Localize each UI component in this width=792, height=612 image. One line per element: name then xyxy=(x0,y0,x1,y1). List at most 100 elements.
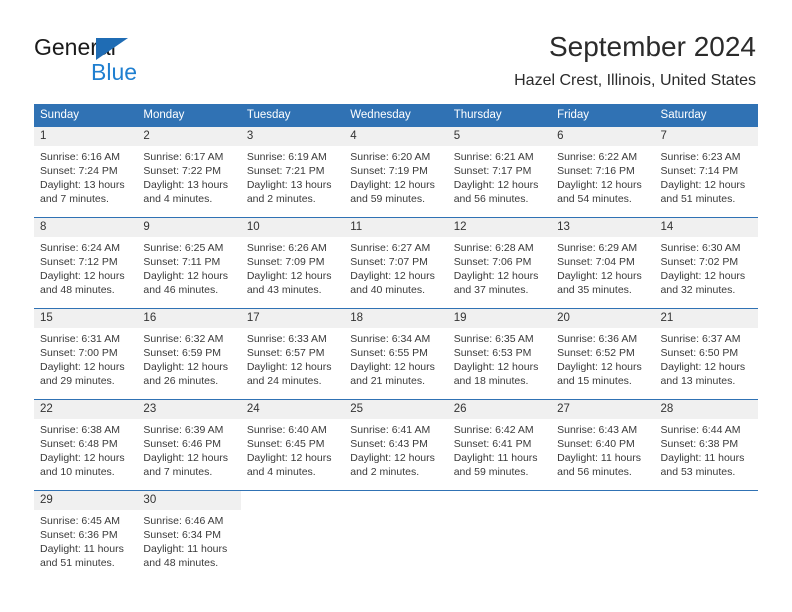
sunrise-text: Sunrise: 6:23 AM xyxy=(660,151,741,163)
day-cell[interactable]: 27 Sunrise: 6:43 AM Sunset: 6:40 PM Dayligh… xyxy=(551,400,655,490)
sunrise-text: Sunrise: 6:33 AM xyxy=(246,333,327,345)
day-number-band xyxy=(551,491,654,510)
day-number: 30 xyxy=(143,494,157,506)
day-body: Sunrise: 6:39 AM Sunset: 6:46 PM Daylight:… xyxy=(137,419,240,479)
day-cell[interactable]: 30 Sunrise: 6:46 AM Sunset: 6:34 PM Dayligh… xyxy=(137,491,241,581)
sunrise-text: Sunrise: 6:25 AM xyxy=(143,242,224,254)
sunrise-text: Sunrise: 6:32 AM xyxy=(143,333,224,345)
sunset-text: Sunset: 6:52 PM xyxy=(557,347,635,359)
sunrise-text: Sunrise: 6:39 AM xyxy=(143,424,224,436)
daylight-text-2: and 18 minutes. xyxy=(453,375,529,387)
sunset-text: Sunset: 7:02 PM xyxy=(660,256,739,268)
day-cell[interactable]: 18 Sunrise: 6:34 AM Sunset: 6:55 PM Dayligh… xyxy=(344,309,448,399)
day-cell[interactable]: 19 Sunrise: 6:35 AM Sunset: 6:53 PM Dayligh… xyxy=(447,309,552,399)
day-cell[interactable]: 3 Sunrise: 6:19 AM Sunset: 7:21 PM Daylight… xyxy=(240,127,345,217)
day-number: 6 xyxy=(557,130,564,142)
day-body: Sunrise: 6:33 AM Sunset: 6:57 PM Daylight:… xyxy=(241,328,344,388)
day-number: 29 xyxy=(40,494,53,506)
day-cell[interactable]: 10 Sunrise: 6:26 AM Sunset: 7:09 PM Dayligh… xyxy=(240,218,345,308)
day-number-band: 28 xyxy=(654,400,758,419)
day-cell-empty xyxy=(240,491,345,581)
day-number: 14 xyxy=(660,221,674,233)
day-number-band: 24 xyxy=(240,400,345,419)
day-cell[interactable]: 26 Sunrise: 6:42 AM Sunset: 6:41 PM Dayligh… xyxy=(447,400,552,490)
day-number-band: 30 xyxy=(137,491,241,510)
day-cell[interactable]: 29 Sunrise: 6:45 AM Sunset: 6:36 PM Dayligh… xyxy=(34,491,138,581)
sunset-text: Sunset: 7:17 PM xyxy=(453,165,532,177)
daylight-text-2: and 59 minutes. xyxy=(350,193,425,205)
week-row: 29 Sunrise: 6:45 AM Sunset: 6:36 PM Dayligh… xyxy=(34,490,758,581)
day-body: Sunrise: 6:21 AM Sunset: 7:17 PM Daylight:… xyxy=(448,146,551,206)
day-cell[interactable]: 7 Sunrise: 6:23 AM Sunset: 7:14 PM Daylight… xyxy=(654,127,758,217)
sunrise-text: Sunrise: 6:38 AM xyxy=(40,424,120,436)
day-cell[interactable]: 13 Sunrise: 6:29 AM Sunset: 7:04 PM Dayligh… xyxy=(551,218,655,308)
day-number: 10 xyxy=(246,221,260,233)
day-cell[interactable]: 1 Sunrise: 6:16 AM Sunset: 7:24 PM Daylight… xyxy=(34,127,138,217)
day-body: Sunrise: 6:45 AM Sunset: 6:36 PM Daylight:… xyxy=(34,510,137,570)
day-body: Sunrise: 6:19 AM Sunset: 7:21 PM Daylight:… xyxy=(241,146,344,206)
day-cell[interactable]: 17 Sunrise: 6:33 AM Sunset: 6:57 PM Dayligh… xyxy=(240,309,345,399)
day-cell[interactable]: 22 Sunrise: 6:38 AM Sunset: 6:48 PM Dayligh… xyxy=(34,400,138,490)
day-cell[interactable]: 25 Sunrise: 6:41 AM Sunset: 6:43 PM Dayligh… xyxy=(344,400,448,490)
daylight-text-1: Daylight: 12 hours xyxy=(40,270,125,282)
sunset-text: Sunset: 6:53 PM xyxy=(453,347,532,359)
sunrise-text: Sunrise: 6:41 AM xyxy=(350,424,431,436)
page-header: General Blue September 2024 Hazel Crest,… xyxy=(0,0,792,100)
daylight-text-2: and 43 minutes. xyxy=(246,284,322,296)
day-number-band: 23 xyxy=(137,400,241,419)
daylight-text-2: and 53 minutes. xyxy=(660,466,736,478)
day-cell[interactable]: 21 Sunrise: 6:37 AM Sunset: 6:50 PM Dayligh… xyxy=(654,309,758,399)
day-number: 23 xyxy=(143,403,157,415)
day-cell[interactable]: 23 Sunrise: 6:39 AM Sunset: 6:46 PM Dayligh… xyxy=(137,400,241,490)
day-number-band: 12 xyxy=(447,218,552,237)
day-number: 3 xyxy=(246,130,254,142)
day-cell[interactable]: 15 Sunrise: 6:31 AM Sunset: 7:00 PM Dayligh… xyxy=(34,309,138,399)
sunset-text: Sunset: 6:46 PM xyxy=(143,438,222,450)
day-cell[interactable]: 2 Sunrise: 6:17 AM Sunset: 7:22 PM Daylight… xyxy=(137,127,241,217)
day-number-band: 8 xyxy=(34,218,138,237)
day-cell[interactable]: 28 Sunrise: 6:44 AM Sunset: 6:38 PM Dayligh… xyxy=(654,400,758,490)
day-number: 24 xyxy=(246,403,260,415)
weekday-header-saturday: Saturday xyxy=(660,109,707,121)
day-cell[interactable]: 12 Sunrise: 6:28 AM Sunset: 7:06 PM Dayligh… xyxy=(447,218,552,308)
day-cell[interactable]: 4 Sunrise: 6:20 AM Sunset: 7:19 PM Daylight… xyxy=(344,127,448,217)
day-body: Sunrise: 6:29 AM Sunset: 7:04 PM Daylight:… xyxy=(551,237,654,297)
sunset-text: Sunset: 6:45 PM xyxy=(246,438,325,450)
daylight-text-2: and 29 minutes. xyxy=(40,375,115,387)
day-number: 13 xyxy=(557,221,570,233)
day-body: Sunrise: 6:37 AM Sunset: 6:50 PM Daylight:… xyxy=(655,328,758,388)
day-body: Sunrise: 6:40 AM Sunset: 6:45 PM Daylight:… xyxy=(241,419,344,479)
day-cell[interactable]: 6 Sunrise: 6:22 AM Sunset: 7:16 PM Daylight… xyxy=(551,127,655,217)
sunrise-text: Sunrise: 6:46 AM xyxy=(143,515,224,527)
sunrise-text: Sunrise: 6:45 AM xyxy=(40,515,120,527)
sunrise-text: Sunrise: 6:44 AM xyxy=(660,424,741,436)
sunset-text: Sunset: 6:41 PM xyxy=(453,438,532,450)
daylight-text-1: Daylight: 12 hours xyxy=(143,452,229,464)
weekday-header-sunday: Sunday xyxy=(40,109,80,121)
daylight-text-2: and 7 minutes. xyxy=(143,466,213,478)
day-body: Sunrise: 6:23 AM Sunset: 7:14 PM Daylight:… xyxy=(655,146,758,206)
day-cell-empty xyxy=(447,491,552,581)
general-blue-logo[interactable]: General Blue xyxy=(34,34,184,86)
day-cell[interactable]: 9 Sunrise: 6:25 AM Sunset: 7:11 PM Daylight… xyxy=(137,218,241,308)
day-number-band xyxy=(448,491,551,510)
sunset-text: Sunset: 7:06 PM xyxy=(453,256,532,268)
day-cell[interactable]: 24 Sunrise: 6:40 AM Sunset: 6:45 PM Dayligh… xyxy=(240,400,345,490)
day-body: Sunrise: 6:30 AM Sunset: 7:02 PM Daylight:… xyxy=(655,237,758,297)
week-row: 15 Sunrise: 6:31 AM Sunset: 7:00 PM Dayligh… xyxy=(34,308,758,399)
daylight-text-1: Daylight: 12 hours xyxy=(557,361,642,373)
day-cell[interactable]: 8 Sunrise: 6:24 AM Sunset: 7:12 PM Daylight… xyxy=(34,218,138,308)
day-cell[interactable]: 16 Sunrise: 6:32 AM Sunset: 6:59 PM Dayligh… xyxy=(137,309,241,399)
day-cell[interactable]: 14 Sunrise: 6:30 AM Sunset: 7:02 PM Dayligh… xyxy=(654,218,758,308)
day-cell[interactable]: 5 Sunrise: 6:21 AM Sunset: 7:17 PM Daylight… xyxy=(447,127,552,217)
day-number-band: 21 xyxy=(654,309,758,328)
day-number-band: 26 xyxy=(447,400,552,419)
sunrise-text: Sunrise: 6:30 AM xyxy=(660,242,741,254)
daylight-text-1: Daylight: 12 hours xyxy=(557,179,642,191)
daylight-text-2: and 21 minutes. xyxy=(350,375,425,387)
logo-text-blue: Blue xyxy=(91,59,138,85)
day-number: 28 xyxy=(660,403,674,415)
day-cell[interactable]: 11 Sunrise: 6:27 AM Sunset: 7:07 PM Dayligh… xyxy=(344,218,448,308)
day-body: Sunrise: 6:20 AM Sunset: 7:19 PM Daylight:… xyxy=(344,146,447,206)
day-cell[interactable]: 20 Sunrise: 6:36 AM Sunset: 6:52 PM Dayligh… xyxy=(551,309,655,399)
